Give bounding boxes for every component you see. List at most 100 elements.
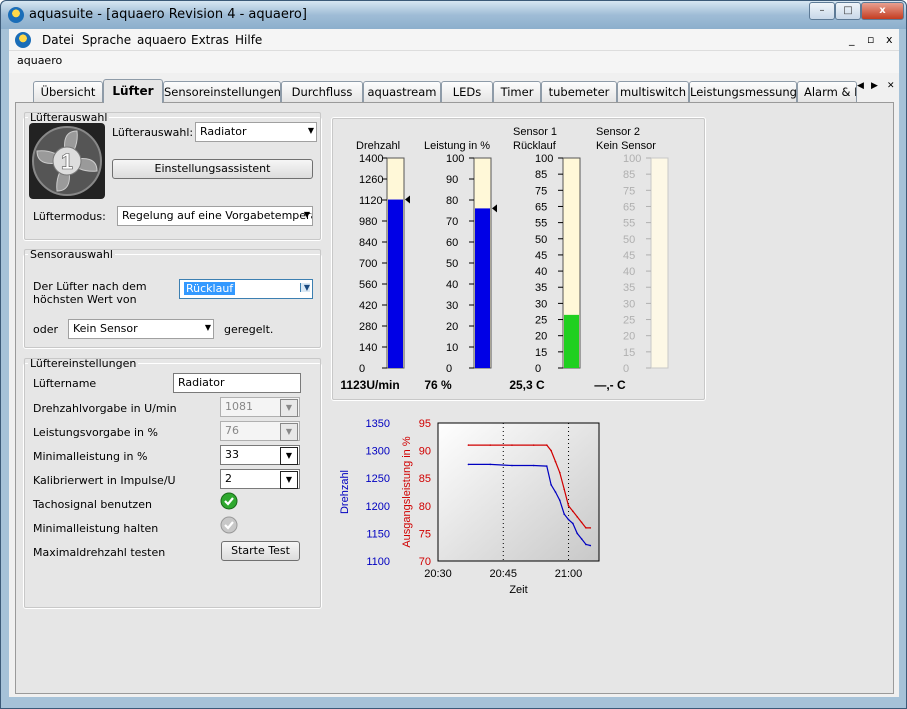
tab-aquastream[interactable]: aquastream: [363, 81, 441, 102]
menu-hilfe[interactable]: Hilfe: [235, 33, 262, 47]
tab-scroll-right-icon[interactable]: ▶: [871, 81, 878, 91]
sensor-text-line2: höchsten Wert von: [33, 293, 137, 306]
chevron-down-icon[interactable]: ▼: [280, 471, 298, 489]
fan-select-combo[interactable]: Radiator ▼: [195, 122, 317, 142]
tab-leistungsmessung[interactable]: Leistungsmessung: [689, 81, 797, 102]
fan-mode-label: Lüftermodus:: [33, 210, 106, 223]
hold-min-label: Minimalleistung halten: [33, 522, 159, 535]
gauge-tick-label: 25: [623, 315, 635, 327]
sensor-select-legend: Sensorauswahl: [30, 248, 113, 261]
gauge-tick-label: 20: [535, 331, 547, 343]
title-bar[interactable]: aquasuite - [aquaero Revision 4 - aquaer…: [1, 1, 906, 29]
sensor1-combo[interactable]: Rücklauf ▼: [179, 279, 313, 299]
min-power-value: 33: [225, 448, 239, 461]
gauge-tick-label: 0: [359, 363, 365, 375]
tacho-checkmark-icon[interactable]: [220, 492, 238, 510]
chart-data-point: [467, 463, 470, 466]
tab-luefter[interactable]: Lüfter: [103, 79, 163, 103]
chart-data-point: [567, 505, 570, 507]
menu-sprache[interactable]: Sprache: [82, 33, 131, 47]
mdi-restore-button[interactable]: ▫: [867, 33, 874, 46]
menu-extras[interactable]: Extras: [191, 33, 229, 47]
tab-uebersicht[interactable]: Übersicht: [33, 81, 103, 102]
tab-durchfluss[interactable]: Durchfluss: [281, 81, 363, 102]
chevron-down-icon[interactable]: ▼: [280, 447, 298, 465]
tab-leds[interactable]: LEDs: [441, 81, 493, 102]
chart-data-point: [563, 488, 565, 491]
tab-sensoreinstellungen[interactable]: Sensoreinstellungen: [163, 81, 281, 102]
gauge-tick-label: 700: [359, 258, 377, 270]
chart-data-point: [511, 444, 513, 446]
menu-aquaero[interactable]: aquaero: [137, 33, 186, 47]
chart-x-tick-label: 20:30: [424, 568, 452, 580]
gauge-title: Sensor 2: [596, 126, 640, 138]
mdi-close-button[interactable]: x: [886, 33, 893, 46]
chevron-down-icon[interactable]: ▼: [280, 423, 298, 441]
start-test-button[interactable]: Starte Test: [221, 541, 300, 561]
mdi-minimize-button[interactable]: _: [849, 33, 855, 46]
chart-data-point: [576, 516, 579, 518]
gauge-tick-label: 85: [535, 169, 547, 181]
gauge-tick-label: 35: [623, 282, 635, 294]
calibration-label: Kalibrierwert in Impulse/U: [33, 474, 176, 487]
rpm-setpoint-field[interactable]: 1081 ▼: [220, 397, 300, 417]
tab-tubemeter[interactable]: tubemeter: [541, 81, 617, 102]
chart-data-point: [589, 544, 592, 547]
gauge-tick-label: 0: [446, 363, 452, 375]
gauge-tick-label: 0: [535, 363, 541, 375]
chart-y2-tick-label: 85: [419, 473, 431, 485]
document-icon[interactable]: [15, 32, 31, 48]
gauge-tick-label: 280: [359, 321, 377, 333]
chart-y2-axis-label: Ausgangsleistung in %: [401, 436, 413, 548]
min-power-label: Minimalleistung in %: [33, 450, 148, 463]
sensor2-combo[interactable]: Kein Sensor ▼: [68, 319, 214, 339]
tab-multiswitch[interactable]: multiswitch: [617, 81, 689, 102]
tab-timer[interactable]: Timer: [493, 81, 541, 102]
calibration-field[interactable]: 2 ▼: [220, 469, 300, 489]
chart-data-point: [559, 499, 561, 502]
gauge-tick-label: 1120: [359, 195, 383, 207]
gauge-tick-label: 20: [446, 321, 458, 333]
fan-number: 1: [61, 149, 73, 174]
rpm-setpoint-value: 1081: [225, 400, 253, 413]
history-chart: 20:30 20:45 21:00 Zeit 1350 1300 1250 1200 1150 1…: [339, 418, 600, 596]
max-rpm-test-label: Maximaldrehzahl testen: [33, 546, 166, 559]
chart-y1-tick-label: 1350: [366, 418, 390, 430]
gauge-tick-label: 75: [535, 185, 547, 197]
gauge-tick-label: 420: [359, 300, 377, 312]
fan-select-value: Radiator: [200, 125, 247, 138]
close-button[interactable]: x: [861, 2, 904, 20]
menu-datei[interactable]: Datei: [42, 33, 74, 47]
chart-data-point: [554, 491, 557, 493]
fan-name-field[interactable]: Radiator: [173, 373, 301, 393]
setup-assistant-button[interactable]: Einstellungsassistent: [112, 159, 313, 179]
fan-mode-combo[interactable]: Regelung auf eine Vorgabetemperatu ▼: [117, 206, 313, 226]
chart-y1-tick-label: 1200: [366, 501, 390, 513]
tacho-label: Tachosignal benutzen: [33, 498, 152, 511]
chevron-down-icon: ▼: [307, 126, 314, 135]
chart-data-point: [489, 463, 492, 466]
gauge-tick-label: 60: [446, 237, 458, 249]
chart-y2-tick-label: 80: [419, 501, 431, 513]
min-power-field[interactable]: 33 ▼: [220, 445, 300, 465]
gauge-tick-label: 1400: [359, 153, 383, 165]
chart-plot-area: [437, 422, 600, 562]
fan-name-label: Lüftername: [33, 377, 97, 390]
tab-close-icon[interactable]: ✕: [887, 81, 895, 91]
hold-min-checkmark-icon[interactable]: [220, 516, 238, 534]
chart-data-point: [580, 538, 583, 540]
gauge-title: Sensor 1: [513, 126, 557, 138]
gauge-tick-label: 25: [535, 315, 547, 327]
tab-alarm[interactable]: Alarm & R: [797, 81, 857, 102]
chart-data-point: [511, 464, 513, 467]
tab-scroll-left-icon[interactable]: ◀: [857, 81, 864, 91]
maximize-button[interactable]: □: [835, 2, 861, 20]
gauge-tick-label: 85: [623, 169, 635, 181]
gauge-readout: 25,3 C: [509, 378, 545, 392]
chevron-down-icon[interactable]: ▼: [280, 399, 298, 417]
minimize-button[interactable]: –: [809, 2, 835, 20]
device-label: aquaero: [9, 51, 899, 73]
gauge-tick-label: 35: [535, 282, 547, 294]
power-setpoint-field[interactable]: 76 ▼: [220, 421, 300, 441]
fan-select-label: Lüfterauswahl:: [112, 126, 194, 139]
